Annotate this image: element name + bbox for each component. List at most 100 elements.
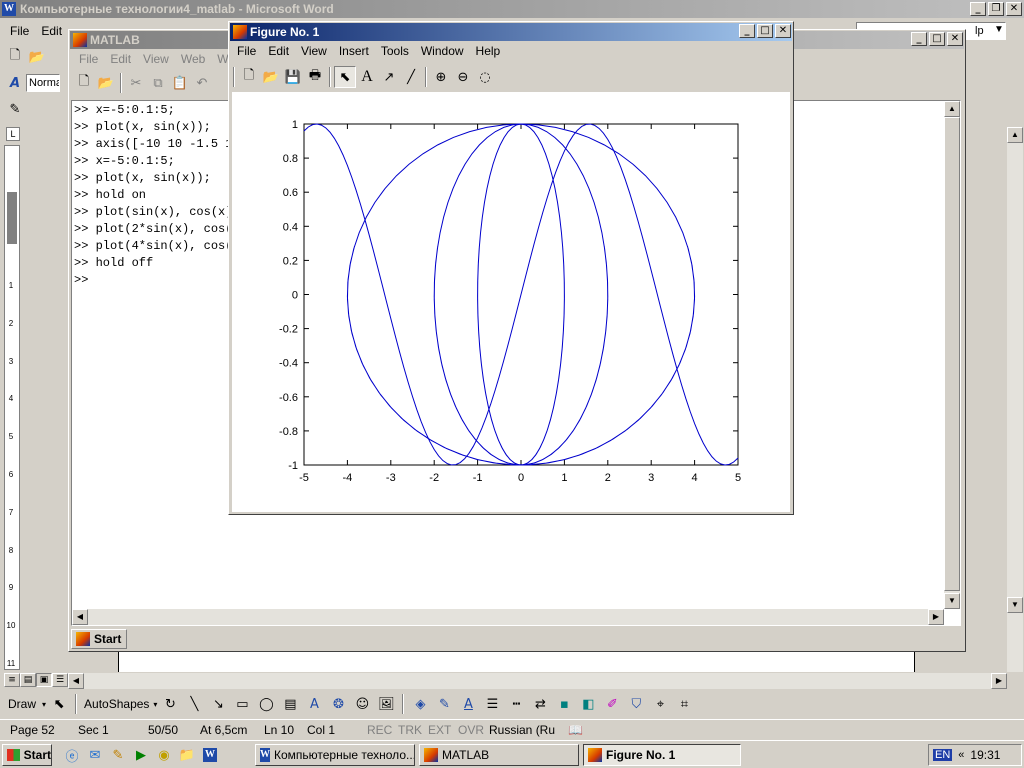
status-ext[interactable]: EXT bbox=[428, 720, 451, 740]
ie-icon[interactable]: ⓔ bbox=[62, 746, 82, 765]
maximize-icon[interactable]: □ bbox=[757, 24, 773, 38]
print-icon[interactable]: 🖶 bbox=[304, 66, 326, 88]
new-file-icon[interactable]: 🗋 bbox=[73, 72, 95, 94]
word-horizontal-scrollbar[interactable]: ◀ ▶ bbox=[68, 673, 1007, 689]
wordart-icon[interactable]: A bbox=[303, 693, 325, 715]
styles-icon[interactable]: A bbox=[4, 72, 26, 94]
arrow-tool-icon[interactable]: ↘ bbox=[207, 693, 229, 715]
taskbar-word-button[interactable]: W Компьютерные техноло... bbox=[255, 744, 415, 766]
minimize-icon[interactable]: _ bbox=[970, 2, 986, 16]
ruler-corner-icon[interactable]: L bbox=[6, 127, 20, 141]
highlight-icon[interactable]: ✐ bbox=[601, 693, 623, 715]
rotate-icon[interactable]: ◌ bbox=[474, 66, 496, 88]
zoom-out-icon[interactable]: ⊖ bbox=[452, 66, 474, 88]
restore-icon[interactable]: ❐ bbox=[988, 2, 1004, 16]
open-file-icon[interactable]: 📂 bbox=[95, 72, 117, 94]
maximize-icon[interactable]: □ bbox=[929, 32, 945, 46]
shadow-icon[interactable]: ▪ bbox=[553, 693, 575, 715]
help-dropdown-icon[interactable]: ▼ bbox=[994, 24, 1004, 35]
tool-icon[interactable]: ✎ bbox=[108, 746, 128, 764]
figure-menu-window[interactable]: Window bbox=[415, 44, 470, 58]
close-icon[interactable]: ✕ bbox=[1006, 2, 1022, 16]
status-ovr[interactable]: OVR bbox=[458, 720, 484, 740]
oval-tool-icon[interactable]: ◯ bbox=[255, 693, 277, 715]
close-icon[interactable]: ✕ bbox=[947, 32, 963, 46]
matlab-menu-edit[interactable]: Edit bbox=[104, 52, 137, 66]
crop-icon[interactable]: ⌗ bbox=[673, 693, 695, 715]
figure-menu-edit[interactable]: Edit bbox=[262, 44, 295, 58]
web-view-icon[interactable]: ▤ bbox=[20, 673, 36, 687]
figure-menu-file[interactable]: File bbox=[231, 44, 262, 58]
figure-menu-view[interactable]: View bbox=[295, 44, 333, 58]
dash-style-icon[interactable]: ┅ bbox=[505, 693, 527, 715]
3d-icon[interactable]: ◧ bbox=[577, 693, 599, 715]
taskbar-matlab-button[interactable]: MATLAB bbox=[419, 744, 579, 766]
media-icon[interactable]: ▶ bbox=[131, 746, 151, 764]
pencil-icon[interactable]: ✎ bbox=[4, 98, 26, 120]
style-box[interactable]: Norma bbox=[26, 74, 60, 92]
word-menu-file[interactable]: File bbox=[4, 24, 35, 38]
minimize-icon[interactable]: _ bbox=[911, 32, 927, 46]
new-document-icon[interactable]: 🗋 bbox=[4, 46, 26, 68]
font-color-icon[interactable]: A bbox=[457, 693, 479, 715]
arrow-icon[interactable]: ⬉ bbox=[334, 66, 356, 88]
figure-canvas[interactable]: -5 -4 -3 -2 -1 0 1 2 3 4 5 1 0.8 0.6 0.4 0.2 0 -0.2 -0.4 -0… bbox=[232, 92, 790, 512]
line-icon[interactable]: ╱ bbox=[400, 66, 422, 88]
command-horizontal-scrollbar[interactable]: ◀ ▶ bbox=[72, 609, 944, 625]
draw-arrow-icon[interactable]: ↗ bbox=[378, 66, 400, 88]
draw-menu[interactable]: Draw bbox=[4, 697, 40, 711]
open-icon[interactable]: 📂 bbox=[260, 66, 282, 88]
open-document-icon[interactable]: 📂 bbox=[26, 46, 48, 68]
winamp-icon[interactable]: ◉ bbox=[154, 746, 174, 764]
copy-icon[interactable]: ⧉ bbox=[147, 72, 169, 94]
matlab-menu-web[interactable]: Web bbox=[175, 52, 211, 66]
word-menu-edit[interactable]: Edit bbox=[35, 24, 68, 38]
zoom-in-icon[interactable]: ⊕ bbox=[430, 66, 452, 88]
close-icon[interactable]: ✕ bbox=[775, 24, 791, 38]
figure-menu-help[interactable]: Help bbox=[470, 44, 507, 58]
textbox-icon[interactable]: ▤ bbox=[279, 693, 301, 715]
fill-color-icon[interactable]: ◈ bbox=[409, 693, 431, 715]
word-quick-icon[interactable]: W bbox=[200, 746, 220, 764]
normal-view-icon[interactable]: ≡ bbox=[4, 673, 20, 687]
new-icon[interactable]: 🗋 bbox=[238, 66, 260, 88]
line-style-icon[interactable]: ☰ bbox=[481, 693, 503, 715]
print-view-icon[interactable]: ▣ bbox=[36, 673, 52, 687]
text-icon[interactable]: A bbox=[356, 66, 378, 88]
paste-icon[interactable]: 📋 bbox=[169, 72, 191, 94]
word-vertical-scrollbar[interactable]: ▲ ▼ bbox=[1007, 127, 1023, 672]
matlab-menu-file[interactable]: File bbox=[73, 52, 104, 66]
status-rec[interactable]: REC bbox=[367, 720, 392, 740]
matlab-start-button[interactable]: Start bbox=[71, 629, 127, 649]
taskbar-figure-button[interactable]: Figure No. 1 bbox=[583, 744, 741, 766]
figure-menu-insert[interactable]: Insert bbox=[333, 44, 375, 58]
outlook-icon[interactable]: ✉ bbox=[85, 746, 105, 764]
figure-menu-tools[interactable]: Tools bbox=[375, 44, 415, 58]
cut-icon[interactable]: ✂ bbox=[125, 72, 147, 94]
line-tool-icon[interactable]: ╲ bbox=[183, 693, 205, 715]
arrow-style-icon[interactable]: ⇄ bbox=[529, 693, 551, 715]
status-trk[interactable]: TRK bbox=[398, 720, 422, 740]
folder-icon[interactable]: 📁 bbox=[177, 746, 197, 764]
document-page[interactable] bbox=[118, 650, 915, 672]
format-painter-icon[interactable]: ⛉ bbox=[625, 693, 647, 715]
outline-view-icon[interactable]: ☰ bbox=[52, 673, 68, 687]
word-titlebar[interactable]: W Компьютерные технологии4_matlab - Micr… bbox=[0, 0, 1024, 18]
spelling-status-icon[interactable]: 📖 bbox=[568, 720, 583, 740]
select-objects-icon[interactable]: ⬉ bbox=[48, 693, 70, 715]
diagram-icon[interactable]: ❂ bbox=[327, 693, 349, 715]
autoshapes-menu[interactable]: AutoShapes bbox=[82, 697, 151, 711]
tray-expand-icon[interactable]: « bbox=[958, 749, 964, 761]
figure-titlebar[interactable]: Figure No. 1 bbox=[230, 23, 792, 41]
language-indicator[interactable]: EN bbox=[933, 749, 953, 761]
undo-icon[interactable]: ↶ bbox=[191, 72, 213, 94]
save-icon[interactable]: 💾 bbox=[282, 66, 304, 88]
plot-axes[interactable]: -5 -4 -3 -2 -1 0 1 2 3 4 5 1 0.8 0.6 0.4 0.2 0 -0.2 -0.4 -0… bbox=[232, 92, 790, 512]
free-rotate-icon[interactable]: ↻ bbox=[159, 693, 181, 715]
matlab-menu-view[interactable]: View bbox=[137, 52, 175, 66]
picture-icon[interactable]: 🖼 bbox=[375, 693, 397, 715]
command-vertical-scrollbar[interactable]: ▲ ▼ bbox=[944, 101, 960, 609]
clipart-icon[interactable]: ☺ bbox=[351, 693, 373, 715]
line-color-icon[interactable]: ✎ bbox=[433, 693, 455, 715]
start-button[interactable]: Start bbox=[2, 744, 52, 766]
